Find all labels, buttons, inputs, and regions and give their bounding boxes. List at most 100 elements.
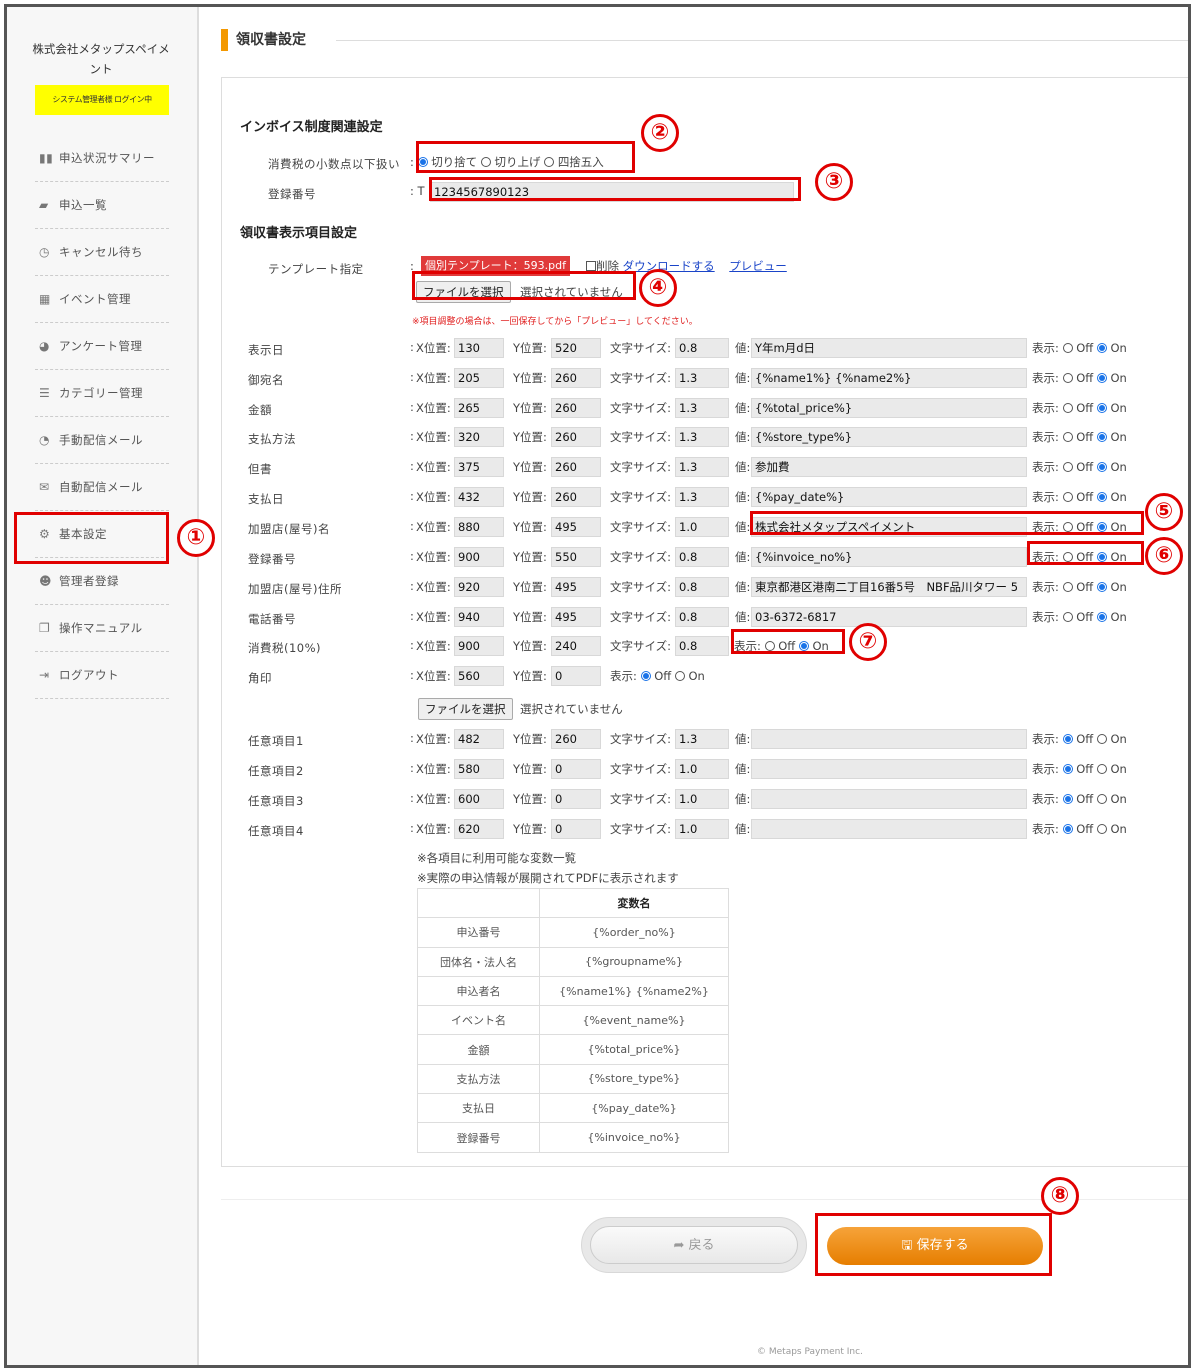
y-input[interactable]: 260 [551, 729, 601, 749]
show-on-radio[interactable] [1096, 432, 1107, 442]
show-on-radio[interactable] [674, 671, 685, 681]
size-input[interactable]: 1.3 [675, 398, 729, 418]
x-input[interactable]: 620 [454, 819, 504, 839]
size-input[interactable]: 0.8 [675, 577, 729, 597]
show-off-radio[interactable] [1062, 764, 1073, 774]
show-off-radio[interactable] [640, 671, 651, 681]
y-input[interactable]: 260 [551, 487, 601, 507]
value-input[interactable]: {%invoice_no%} [751, 547, 1027, 567]
x-input[interactable]: 940 [454, 607, 504, 627]
download-link[interactable]: ダウンロードする [623, 259, 715, 273]
size-input[interactable]: 0.8 [675, 547, 729, 567]
value-input[interactable] [751, 789, 1027, 809]
y-input[interactable]: 260 [551, 457, 601, 477]
preview-link[interactable]: プレビュー [729, 259, 787, 273]
x-input[interactable]: 560 [454, 666, 504, 686]
size-input[interactable]: 1.3 [675, 427, 729, 447]
x-input[interactable]: 375 [454, 457, 504, 477]
size-input[interactable]: 1.0 [675, 759, 729, 779]
sidebar-item-12[interactable]: ⇥ ログアウト [35, 652, 169, 699]
size-input[interactable]: 0.8 [675, 636, 729, 656]
back-button[interactable]: ➦ 戻る [590, 1226, 798, 1264]
value-input[interactable]: 03-6372-6817 [751, 607, 1027, 627]
value-input[interactable]: {%pay_date%} [751, 487, 1027, 507]
y-input[interactable]: 520 [551, 338, 601, 358]
show-on-radio[interactable] [1096, 373, 1107, 383]
show-on-radio[interactable] [1096, 343, 1107, 353]
size-input[interactable]: 0.8 [675, 607, 729, 627]
x-input[interactable]: 600 [454, 789, 504, 809]
value-input[interactable]: {%total_price%} [751, 398, 1027, 418]
show-off-radio[interactable] [1062, 492, 1073, 502]
y-input[interactable]: 550 [551, 547, 601, 567]
value-input[interactable]: {%store_type%} [751, 427, 1027, 447]
y-input[interactable]: 240 [551, 636, 601, 656]
value-input[interactable] [751, 819, 1027, 839]
y-input[interactable]: 0 [551, 759, 601, 779]
x-input[interactable]: 432 [454, 487, 504, 507]
x-input[interactable]: 580 [454, 759, 504, 779]
stamp-file-button[interactable]: ファイルを選択 [418, 698, 513, 720]
size-input[interactable]: 1.0 [675, 819, 729, 839]
x-input[interactable]: 265 [454, 398, 504, 418]
size-input[interactable]: 1.3 [675, 729, 729, 749]
show-on-radio[interactable] [1096, 824, 1107, 834]
y-input[interactable]: 260 [551, 427, 601, 447]
value-input[interactable]: {%name1%} {%name2%} [751, 368, 1027, 388]
value-input[interactable] [751, 729, 1027, 749]
size-input[interactable]: 1.0 [675, 517, 729, 537]
x-input[interactable]: 482 [454, 729, 504, 749]
show-on-radio[interactable] [1096, 462, 1107, 472]
size-input[interactable]: 1.3 [675, 457, 729, 477]
size-input[interactable]: 1.0 [675, 789, 729, 809]
sidebar-item-4[interactable]: ▦ イベント管理 [35, 276, 169, 323]
show-on-radio[interactable] [1096, 612, 1107, 622]
sidebar-item-11[interactable]: ❐ 操作マニュアル [35, 605, 169, 652]
show-on-radio[interactable] [1096, 582, 1107, 592]
x-input[interactable]: 900 [454, 547, 504, 567]
sidebar-item-10[interactable]: ☻ 管理者登録 [35, 558, 169, 605]
show-off-radio[interactable] [1062, 612, 1073, 622]
value-input[interactable]: 東京都港区港南二丁目16番5号 NBF品川タワー 5 [751, 577, 1027, 597]
y-input[interactable]: 0 [551, 789, 601, 809]
size-input[interactable]: 1.3 [675, 487, 729, 507]
y-input[interactable]: 495 [551, 517, 601, 537]
sidebar-item-2[interactable]: ▰ 申込一覧 [35, 182, 169, 229]
sidebar-item-3[interactable]: ◷ キャンセル待ち [35, 229, 169, 276]
show-off-radio[interactable] [1062, 343, 1073, 353]
size-input[interactable]: 1.3 [675, 368, 729, 388]
y-input[interactable]: 495 [551, 607, 601, 627]
x-input[interactable]: 130 [454, 338, 504, 358]
show-off-radio[interactable] [1062, 462, 1073, 472]
show-off-radio[interactable] [1062, 582, 1073, 592]
show-off-radio[interactable] [1062, 373, 1073, 383]
sidebar-item-5[interactable]: ◕ アンケート管理 [35, 323, 169, 370]
sidebar-item-8[interactable]: ✉ 自動配信メール [35, 464, 169, 511]
size-input[interactable]: 0.8 [675, 338, 729, 358]
delete-checkbox[interactable] [586, 261, 596, 271]
show-off-radio[interactable] [1062, 734, 1073, 744]
show-off-radio[interactable] [1062, 432, 1073, 442]
value-input[interactable] [751, 759, 1027, 779]
sidebar-item-7[interactable]: ◔ 手動配信メール [35, 417, 169, 464]
x-input[interactable]: 320 [454, 427, 504, 447]
show-off-radio[interactable] [1062, 824, 1073, 834]
show-on-radio[interactable] [1096, 794, 1107, 804]
y-input[interactable]: 260 [551, 368, 601, 388]
y-input[interactable]: 495 [551, 577, 601, 597]
x-input[interactable]: 920 [454, 577, 504, 597]
y-input[interactable]: 0 [551, 819, 601, 839]
show-on-radio[interactable] [1096, 734, 1107, 744]
x-input[interactable]: 900 [454, 636, 504, 656]
x-input[interactable]: 880 [454, 517, 504, 537]
show-off-radio[interactable] [1062, 794, 1073, 804]
y-input[interactable]: 260 [551, 398, 601, 418]
y-input[interactable]: 0 [551, 666, 601, 686]
show-on-radio[interactable] [1096, 492, 1107, 502]
value-input[interactable]: Y年m月d日 [751, 338, 1027, 358]
value-input[interactable]: 参加費 [751, 457, 1027, 477]
show-on-radio[interactable] [1096, 764, 1107, 774]
show-off-radio[interactable] [1062, 403, 1073, 413]
sidebar-item-6[interactable]: ☰ カテゴリー管理 [35, 370, 169, 417]
x-input[interactable]: 205 [454, 368, 504, 388]
